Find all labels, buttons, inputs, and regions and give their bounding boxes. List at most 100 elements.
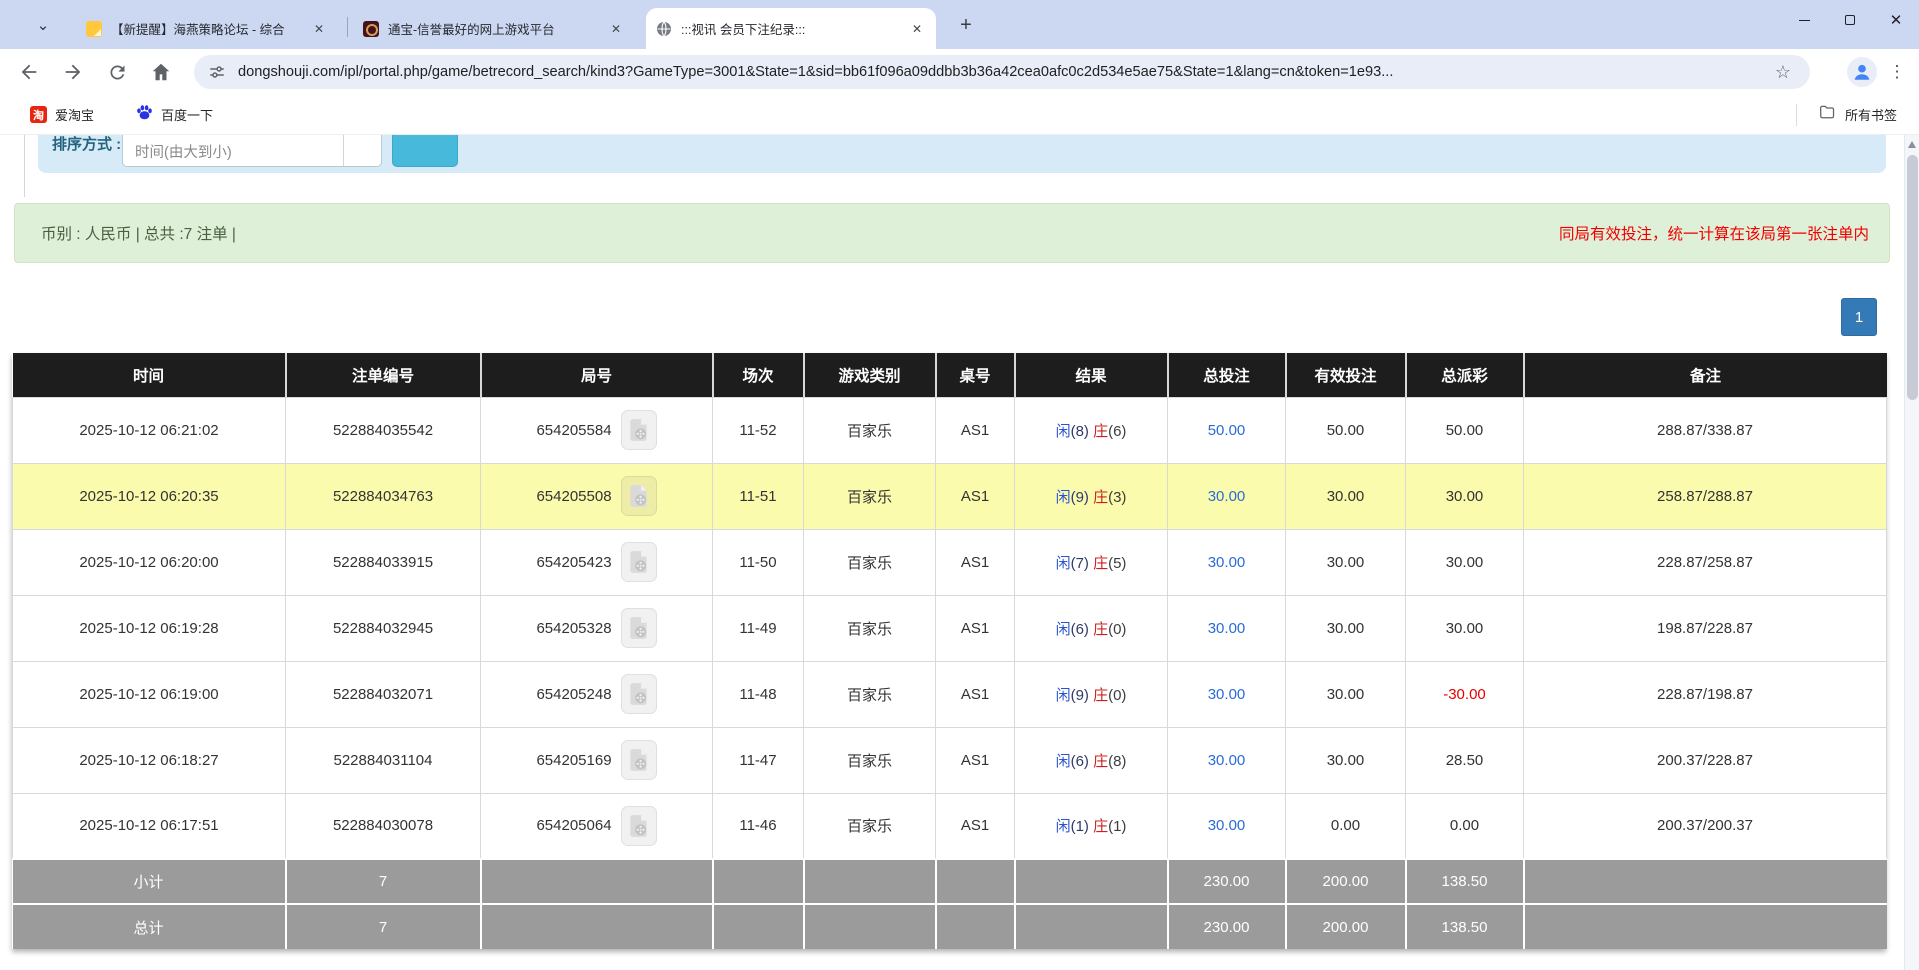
total-bet-cell: 50.00 (1168, 397, 1286, 463)
all-bookmarks-label: 所有书签 (1845, 105, 1897, 124)
new-tab-button[interactable]: + (952, 11, 980, 39)
payout-cell: 30.00 (1406, 463, 1524, 529)
result-cell: 闲(1) 庄(1) (1015, 793, 1168, 859)
profile-avatar[interactable] (1847, 57, 1877, 87)
url-text[interactable]: dongshouji.com/ipl/portal.php/game/betre… (238, 64, 1758, 80)
all-bookmarks-button[interactable]: 所有书签 (1796, 103, 1919, 126)
game-type-cell: 百家乐 (804, 793, 936, 859)
tab-title: :::视讯 会员下注纪录::: (681, 19, 899, 38)
result-cell: 闲(8) 庄(6) (1015, 397, 1168, 463)
url-bar[interactable]: dongshouji.com/ipl/portal.php/game/betre… (194, 55, 1810, 89)
home-button[interactable] (146, 57, 176, 87)
back-button[interactable] (14, 57, 44, 87)
film-icon (626, 614, 652, 642)
result-cell: 闲(6) 庄(8) (1015, 727, 1168, 793)
pagination-page-1[interactable]: 1 (1841, 298, 1877, 336)
round-cell: 654205508 (481, 463, 713, 529)
round-cell: 654205584 (481, 397, 713, 463)
footer-empty-cell (481, 904, 713, 949)
game-type-cell: 百家乐 (804, 529, 936, 595)
site-info-icon[interactable] (208, 63, 226, 81)
browser-menu-icon[interactable]: ⋮ (1885, 57, 1909, 87)
footer-valid-bet-cell: 200.00 (1286, 904, 1406, 949)
vertical-scrollbar[interactable] (1904, 135, 1919, 970)
bookmark-baidu[interactable]: 百度一下 (136, 104, 213, 126)
bet-id-cell: 522884035542 (286, 397, 481, 463)
tab-close-icon[interactable]: ✕ (310, 20, 328, 38)
bet-id-cell: 522884031104 (286, 727, 481, 793)
reload-button[interactable] (102, 57, 132, 87)
total-bet-link[interactable]: 30.00 (1208, 817, 1246, 834)
remark-cell: 228.87/258.87 (1524, 529, 1887, 595)
film-icon (626, 812, 652, 840)
reload-icon (107, 62, 128, 83)
maximize-button[interactable] (1827, 0, 1873, 40)
tab-search-chevron-icon[interactable]: ⌄ (30, 12, 56, 38)
total-bet-link[interactable]: 30.00 (1208, 620, 1246, 637)
valid-bet-note: 同局有效投注，统一计算在该局第一张注单内 (1559, 222, 1889, 244)
tab-2[interactable]: 通宝-信誉最好的网上游戏平台 ✕ (353, 8, 635, 49)
footer-empty-cell (936, 859, 1015, 904)
bookmark-taobao[interactable]: 淘 爱淘宝 (30, 105, 94, 124)
video-replay-button[interactable] (621, 410, 657, 450)
baidu-paw-icon (136, 104, 153, 126)
footer-payout-cell: 138.50 (1406, 859, 1524, 904)
video-replay-button[interactable] (621, 740, 657, 780)
film-icon (626, 746, 652, 774)
footer-empty-cell (713, 904, 804, 949)
container-border (24, 135, 25, 197)
minimize-button[interactable] (1781, 0, 1827, 40)
column-header: 总派彩 (1406, 353, 1524, 397)
payout-cell: -30.00 (1406, 661, 1524, 727)
sort-input[interactable] (123, 135, 343, 166)
banker-score: (1) (1108, 818, 1126, 835)
total-bet-link[interactable]: 30.00 (1208, 554, 1246, 571)
payout-cell: 30.00 (1406, 529, 1524, 595)
total-bet-link[interactable]: 50.00 (1208, 422, 1246, 439)
back-arrow-icon (18, 61, 40, 83)
total-bet-link[interactable]: 30.00 (1208, 686, 1246, 703)
close-button[interactable]: ✕ (1873, 0, 1919, 40)
payout-cell: 50.00 (1406, 397, 1524, 463)
video-replay-button[interactable] (621, 608, 657, 648)
minimize-icon (1799, 20, 1810, 21)
footer-valid-bet-cell: 200.00 (1286, 859, 1406, 904)
video-replay-button[interactable] (621, 806, 657, 846)
banker-score: (5) (1108, 555, 1126, 572)
video-replay-button[interactable] (621, 674, 657, 714)
player-result: 闲 (1056, 555, 1071, 572)
table-row: 2025-10-12 06:19:28522884032945654205328… (13, 595, 1887, 661)
tab-3-active[interactable]: :::视讯 会员下注纪录::: ✕ (646, 8, 936, 49)
scrollbar-thumb[interactable] (1907, 155, 1918, 400)
forward-button[interactable] (58, 57, 88, 87)
banker-result: 庄 (1093, 555, 1108, 572)
remark-cell: 258.87/288.87 (1524, 463, 1887, 529)
video-replay-button[interactable] (621, 542, 657, 582)
film-icon (626, 482, 652, 510)
search-button[interactable] (392, 135, 458, 167)
session-cell: 11-49 (713, 595, 804, 661)
sort-input-addon[interactable] (343, 135, 381, 166)
time-cell: 2025-10-12 06:19:28 (13, 595, 286, 661)
total-bet-link[interactable]: 30.00 (1208, 488, 1246, 505)
tab-close-icon[interactable]: ✕ (607, 20, 625, 38)
remark-cell: 228.87/198.87 (1524, 661, 1887, 727)
game-type-cell: 百家乐 (804, 727, 936, 793)
tab-1[interactable]: 【新提醒】海燕策略论坛 - 综合 ✕ (76, 8, 338, 49)
total-bet-link[interactable]: 30.00 (1208, 752, 1246, 769)
scroll-up-icon[interactable] (1908, 141, 1916, 148)
session-cell: 11-46 (713, 793, 804, 859)
valid-bet-cell: 50.00 (1286, 397, 1406, 463)
tab-close-icon[interactable]: ✕ (908, 20, 926, 38)
game-type-cell: 百家乐 (804, 397, 936, 463)
summary-bar: 币别 : 人民币 | 总共 :7 注单 | 同局有效投注，统一计算在该局第一张注… (14, 203, 1890, 263)
bookmark-star-icon[interactable]: ☆ (1770, 59, 1796, 85)
remark-cell: 200.37/200.37 (1524, 793, 1887, 859)
player-result: 闲 (1056, 687, 1071, 704)
video-replay-button[interactable] (621, 476, 657, 516)
film-icon (626, 548, 652, 576)
total-bet-cell: 30.00 (1168, 661, 1286, 727)
banker-score: (8) (1108, 753, 1126, 770)
game-type-cell: 百家乐 (804, 661, 936, 727)
globe-icon (656, 21, 672, 37)
